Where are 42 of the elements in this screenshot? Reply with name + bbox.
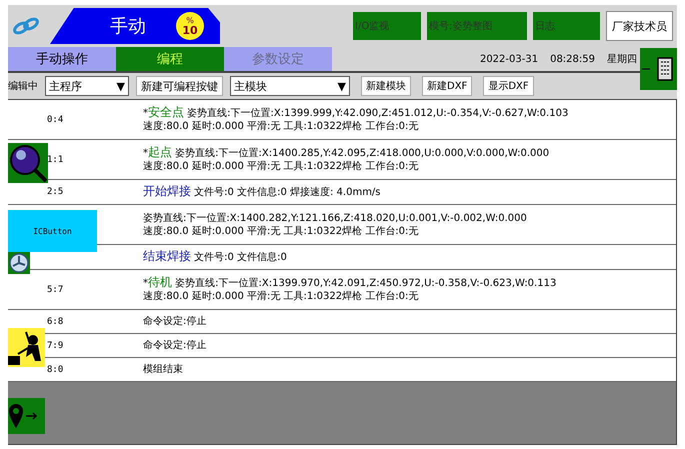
toolbar-button[interactable]: 新建模块 — [361, 76, 411, 96]
line-number: 0:4 — [46, 114, 64, 124]
dropdown[interactable]: 主程序 ▼ — [45, 76, 129, 96]
search-icon[interactable] — [8, 143, 48, 183]
command-line[interactable]: *安全点 姿势直线:下一位置:X:1399.999,Y:42.090,Z:451.012,U:-0.354,V:-0.627,W:0.103 — [143, 106, 568, 120]
speed-badge: % 10 — [176, 12, 204, 40]
toolbar-button[interactable]: 新建可编程按键 — [136, 76, 223, 96]
line-number: 2:5 — [46, 187, 64, 197]
tab[interactable]: 编程 — [116, 47, 224, 71]
toolbar-button[interactable]: 新建DXF — [422, 76, 472, 96]
line-number: 6:8 — [46, 316, 64, 326]
command-line[interactable]: 开始焊接 文件号:0 文件信息:0 焊接速度: 4.0mm/s — [143, 185, 381, 199]
ic-button[interactable]: ICButton — [8, 210, 97, 252]
date-text: 2022-03-31 — [480, 54, 538, 64]
command-params: 速度:80.0 延时:0.000 平滑:无 工具:1:0322焊枪 工作台:0:无 — [143, 120, 420, 133]
command-params: 速度:80.0 延时:0.000 平滑:无 工具:1:0322焊枪 工作台:0:无 — [143, 290, 420, 303]
line-number: 7:9 — [46, 340, 64, 350]
editing-label: 编辑中 — [8, 80, 38, 93]
location-pin-icon[interactable] — [8, 398, 45, 434]
toolbar-button[interactable]: 显示DXF — [483, 76, 534, 96]
command-params: 速度:80.0 延时:0.000 平滑:无 工具:1:0322焊枪 工作台:0:无 — [143, 224, 420, 238]
command-line[interactable]: *待机 姿势直线:下一位置:X:1399.970,Y:42.091,Z:450.972,U:-0.358,V:-0.623,W:0.113 — [143, 276, 556, 290]
command-line[interactable]: 模组结束 — [143, 363, 183, 376]
line-number: 1:1 — [46, 154, 64, 164]
line-number: 8:0 — [46, 364, 64, 374]
command-line[interactable]: 姿势直线:下一位置:X:1400.282,Y:121.166,Z:418.020,U:0.001,V:-0.002,W:0.000 — [143, 212, 527, 224]
chain-link-icon — [12, 16, 40, 36]
welder-icon[interactable] — [8, 328, 45, 367]
command-params: 速度:80.0 延时:0.000 平滑:无 工具:1:0322焊枪 工作台:0:无 — [143, 160, 420, 173]
line-number: 5:7 — [46, 284, 64, 294]
header-button[interactable]: 厂家技术员 — [606, 11, 673, 41]
command-line[interactable]: 命令设定:停止 — [143, 339, 206, 352]
fan-icon[interactable] — [8, 252, 30, 274]
command-line[interactable]: 结束焊接 文件号:0 文件信息:0 — [143, 250, 287, 264]
mode-title: 手动 — [110, 15, 146, 38]
weekday-text: 星期四 — [607, 52, 637, 66]
tab[interactable]: 手动操作 — [8, 47, 116, 71]
keypad-icon[interactable] — [640, 48, 677, 90]
dropdown[interactable]: 主模块 ▼ — [230, 76, 350, 96]
command-line[interactable]: *起点 姿势直线:下一位置:X:1400.285,Y:42.095,Z:418.000,U:0.000,V:0.000,W:0.000 — [143, 146, 550, 160]
time-text: 08:28:59 — [550, 54, 595, 64]
command-line[interactable]: 命令设定:停止 — [143, 315, 206, 328]
